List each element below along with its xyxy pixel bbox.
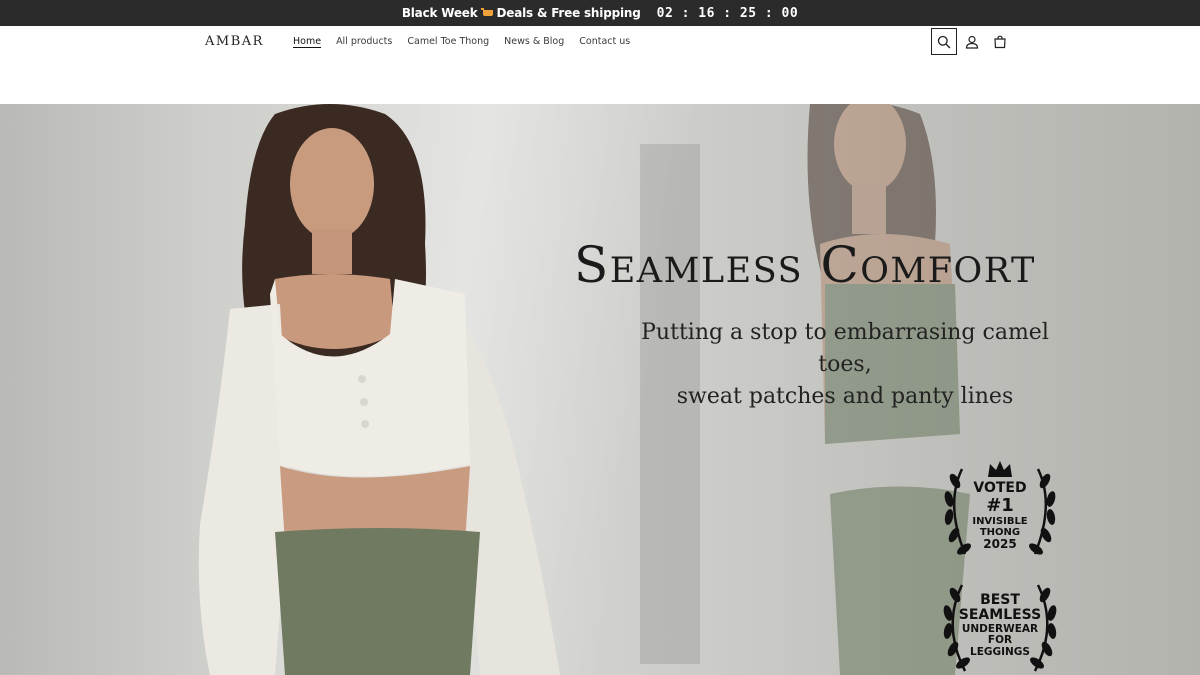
nav-home[interactable]: Home [293, 36, 321, 47]
hero-model-image [198, 104, 560, 675]
logo[interactable]: AMBAR [205, 34, 264, 49]
hero-banner: Seamless Comfort Putting a stop to embar… [0, 104, 1200, 675]
nav-news-blog[interactable]: News & Blog [504, 36, 564, 47]
search-button[interactable] [931, 28, 957, 55]
cart-button[interactable] [987, 28, 1013, 55]
announcement-bar: Black Week Deals & Free shipping 02 : 16… [0, 0, 1200, 26]
account-button[interactable] [959, 28, 985, 55]
crown-icon [988, 461, 1012, 477]
badge-best-text: BEST SEAMLESS UNDERWEAR FOR LEGGINGS [940, 592, 1060, 658]
site-header: AMBAR Home All products Camel Toe Thong … [0, 26, 1200, 104]
hero-subtitle-line-2: sweat patches and panty lines [676, 384, 1014, 409]
badge-best-line-2: SEAMLESS [958, 607, 1042, 624]
account-icon [965, 35, 979, 49]
badge-voted-line-1: VOTED [973, 480, 1027, 496]
award-badge-best-seamless: BEST SEAMLESS UNDERWEAR FOR LEGGINGS [940, 581, 1060, 675]
promo-text-after: Deals & Free shipping [496, 6, 641, 20]
countdown-timer: 02 : 16 : 25 : 00 [656, 5, 799, 21]
main-nav: Home All products Camel Toe Thong News &… [293, 36, 630, 47]
badge-voted-line-2: #1 [986, 495, 1014, 517]
nav-camel-toe-thong[interactable]: Camel Toe Thong [407, 36, 489, 47]
cart-icon [994, 35, 1006, 48]
promo-text-before: Black Week [401, 6, 478, 20]
hero-title: Seamless Comfort [574, 236, 1036, 294]
badge-best-line-1: BEST [980, 592, 1020, 608]
badge-voted-line-5: 2025 [983, 537, 1017, 552]
nav-contact-us[interactable]: Contact us [579, 36, 630, 47]
search-icon [937, 35, 951, 48]
shopping-cart-emoji-icon [480, 7, 494, 19]
promo-text: Black Week Deals & Free shipping [402, 6, 641, 20]
badge-voted-line-3: INVISIBLE [972, 516, 1028, 528]
hero-subtitle: Putting a stop to embarrasing camel toes… [620, 317, 1070, 413]
award-badge-voted: VOTED #1 INVISIBLE THONG 2025 [940, 459, 1060, 564]
nav-all-products[interactable]: All products [336, 36, 392, 47]
badge-voted-text: VOTED #1 INVISIBLE THONG 2025 [940, 480, 1060, 552]
hero-subtitle-line-1: Putting a stop to embarrasing camel toes… [641, 320, 1049, 377]
badge-best-line-5: LEGGINGS [970, 645, 1030, 658]
